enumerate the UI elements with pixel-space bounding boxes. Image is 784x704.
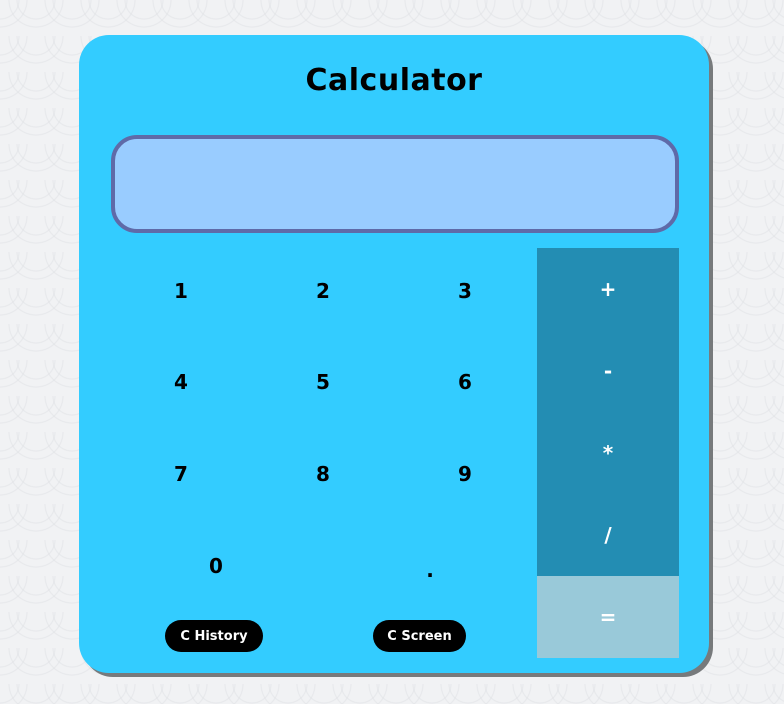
key-2[interactable]: 2 <box>293 263 353 319</box>
calculator-screen[interactable] <box>111 135 679 233</box>
key-0[interactable]: 0 <box>186 538 246 594</box>
key-3[interactable]: 3 <box>435 263 495 319</box>
key-9[interactable]: 9 <box>435 446 495 502</box>
equals-button[interactable]: = <box>537 576 679 658</box>
calculator-title: Calculator <box>305 63 483 98</box>
key-1[interactable]: 1 <box>151 263 211 319</box>
key-decimal[interactable]: . <box>400 538 460 594</box>
key-7[interactable]: 7 <box>151 446 211 502</box>
key-5[interactable]: 5 <box>293 354 353 410</box>
key-4[interactable]: 4 <box>151 354 211 410</box>
multiply-button[interactable]: * <box>537 412 679 494</box>
divide-button[interactable]: / <box>537 494 679 576</box>
clear-history-button[interactable]: C History <box>165 620 263 652</box>
key-8[interactable]: 8 <box>293 446 353 502</box>
operator-column: + - * / <box>537 248 679 576</box>
minus-button[interactable]: - <box>537 330 679 412</box>
plus-button[interactable]: + <box>537 248 679 330</box>
clear-screen-button[interactable]: C Screen <box>373 620 466 652</box>
calculator-panel: Calculator 1 2 3 4 5 6 7 8 9 0 . + - * /… <box>79 35 709 673</box>
key-6[interactable]: 6 <box>435 354 495 410</box>
